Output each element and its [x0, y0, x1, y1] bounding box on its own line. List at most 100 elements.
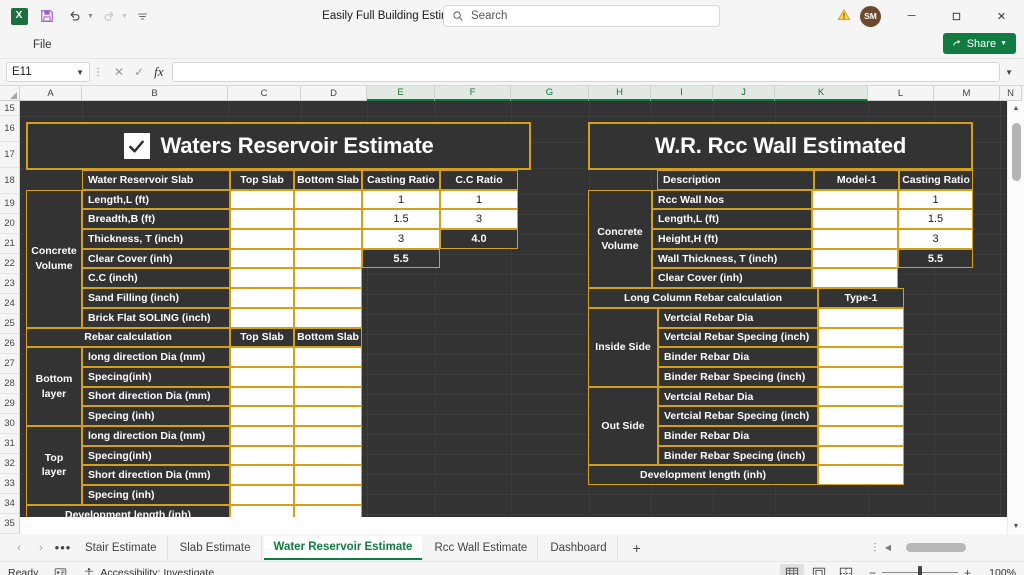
all-sheets-button[interactable]: ••• [52, 540, 74, 555]
left-cell-bottom-slab[interactable] [294, 288, 362, 308]
right-rebar-cell-value[interactable] [818, 307, 904, 328]
horizontal-scroll-thumb[interactable] [906, 543, 966, 552]
accessibility-status[interactable]: Accessibility: Investigate [83, 567, 214, 575]
undo-dropdown-icon[interactable]: ▼ [87, 13, 94, 20]
left-cell-top-slab[interactable] [230, 307, 294, 328]
avatar[interactable]: SM [860, 5, 881, 27]
row-header-20[interactable]: 20 [0, 214, 20, 234]
left-cell-top-slab[interactable] [230, 248, 294, 269]
vertical-scroll-thumb[interactable] [1012, 123, 1021, 181]
left-rebar-cell-bottom-slab[interactable] [294, 347, 362, 367]
left-footer-bottom-slab[interactable] [294, 504, 362, 517]
left-rebar-cell-top-slab[interactable] [230, 426, 294, 446]
enter-formula-button[interactable]: ✓ [134, 65, 144, 79]
right-rebar-cell-value[interactable] [818, 386, 904, 407]
formula-input[interactable] [171, 62, 1001, 82]
left-cell-cc-ratio[interactable]: 3 [440, 209, 518, 230]
column-header-f[interactable]: F [435, 86, 511, 101]
right-rebar-cell-value[interactable] [818, 445, 904, 466]
row-header-25[interactable]: 25 [0, 314, 20, 334]
sheet-tab-slab-estimate[interactable]: Slab Estimate [170, 535, 262, 560]
column-header-n[interactable]: N [1000, 86, 1022, 101]
right-rebar-cell-value[interactable] [818, 426, 904, 446]
left-cell-bottom-slab[interactable] [294, 268, 362, 289]
left-cell-bottom-slab[interactable] [294, 307, 362, 328]
save-icon[interactable] [34, 4, 60, 28]
right-cell-casting-ratio[interactable]: 1.5 [898, 209, 973, 230]
right-cell-model1[interactable] [812, 189, 898, 210]
right-rebar-cell-value[interactable] [818, 347, 904, 367]
scroll-left-icon[interactable]: ◀ [885, 543, 891, 552]
share-button[interactable]: Share ▼ [942, 33, 1016, 54]
row-header-24[interactable]: 24 [0, 294, 20, 314]
right-cell-model1[interactable] [812, 268, 898, 289]
row-header-18[interactable]: 18 [0, 168, 20, 194]
recording-icon[interactable] [54, 566, 67, 575]
left-cell-bottom-slab[interactable] [294, 229, 362, 249]
customize-qat-icon[interactable] [130, 4, 156, 28]
left-cell-top-slab[interactable] [230, 229, 294, 249]
left-rebar-cell-bottom-slab[interactable] [294, 426, 362, 446]
scroll-down-icon[interactable]: ▼ [1008, 519, 1024, 534]
add-sheet-button[interactable]: + [619, 540, 655, 556]
restore-button[interactable] [934, 0, 979, 32]
left-cell-bottom-slab[interactable] [294, 189, 362, 210]
zoom-in-button[interactable]: + [964, 566, 971, 575]
sheet-canvas[interactable]: Waters Reservoir Estimate Water Reservoi… [20, 101, 1007, 517]
left-cell-top-slab[interactable] [230, 268, 294, 289]
column-header-c[interactable]: C [228, 86, 301, 101]
column-header-g[interactable]: G [511, 86, 589, 101]
prev-sheet-button[interactable]: ‹ [8, 542, 30, 554]
left-rebar-cell-top-slab[interactable] [230, 347, 294, 367]
zoom-slider[interactable]: − + [869, 566, 971, 575]
normal-view-icon[interactable] [779, 563, 804, 575]
row-header-33[interactable]: 33 [0, 474, 20, 494]
insert-function-button[interactable]: fx [154, 64, 163, 80]
right-cell-casting-ratio[interactable]: 1 [898, 189, 973, 210]
minimize-button[interactable]: ─ [889, 0, 934, 32]
column-header-b[interactable]: B [82, 86, 228, 101]
row-header-17[interactable]: 17 [0, 142, 20, 168]
row-header-27[interactable]: 27 [0, 354, 20, 374]
right-cell-model1[interactable] [812, 229, 898, 249]
left-rebar-cell-bottom-slab[interactable] [294, 366, 362, 387]
warning-icon[interactable] [831, 8, 857, 25]
right-rebar-cell-value[interactable] [818, 327, 904, 348]
next-sheet-button[interactable]: › [30, 542, 52, 554]
column-header-j[interactable]: J [713, 86, 775, 101]
scroll-up-icon[interactable]: ▲ [1008, 101, 1024, 116]
column-header-e[interactable]: E [367, 86, 435, 101]
select-all-button[interactable] [0, 86, 20, 101]
row-header-31[interactable]: 31 [0, 434, 20, 454]
row-header-19[interactable]: 19 [0, 194, 20, 214]
right-rebar-cell-value[interactable] [818, 406, 904, 427]
left-rebar-cell-top-slab[interactable] [230, 406, 294, 427]
left-rebar-cell-top-slab[interactable] [230, 485, 294, 505]
left-footer-top-slab[interactable] [230, 504, 294, 517]
name-box[interactable]: E11 ▼ [6, 62, 90, 82]
column-header-d[interactable]: D [301, 86, 367, 101]
vertical-scrollbar[interactable]: ▲ ▼ [1007, 101, 1024, 534]
chevron-down-icon[interactable]: ▼ [1000, 40, 1007, 47]
row-header-32[interactable]: 32 [0, 454, 20, 474]
row-header-16[interactable]: 16 [0, 116, 20, 142]
close-button[interactable]: ✕ [979, 0, 1024, 32]
cancel-formula-button[interactable]: ✕ [114, 65, 124, 79]
left-rebar-cell-bottom-slab[interactable] [294, 406, 362, 427]
horizontal-scrollbar[interactable] [896, 543, 1016, 552]
undo-icon[interactable] [62, 4, 88, 28]
page-layout-icon[interactable] [807, 564, 831, 575]
left-rebar-cell-top-slab[interactable] [230, 366, 294, 387]
row-header-30[interactable]: 30 [0, 414, 20, 434]
left-cell-bottom-slab[interactable] [294, 209, 362, 230]
expand-formula-bar-icon[interactable]: ▼ [1000, 68, 1018, 77]
left-cell-top-slab[interactable] [230, 288, 294, 308]
sheet-tab-stair-estimate[interactable]: Stair Estimate [75, 535, 168, 560]
left-rebar-cell-bottom-slab[interactable] [294, 386, 362, 407]
column-header-h[interactable]: H [589, 86, 651, 101]
row-header-26[interactable]: 26 [0, 334, 20, 354]
left-rebar-cell-top-slab[interactable] [230, 445, 294, 466]
right-cell-model1[interactable] [812, 248, 898, 269]
left-cell-casting-ratio[interactable]: 1.5 [362, 209, 440, 230]
tab-file[interactable]: File [22, 35, 63, 55]
